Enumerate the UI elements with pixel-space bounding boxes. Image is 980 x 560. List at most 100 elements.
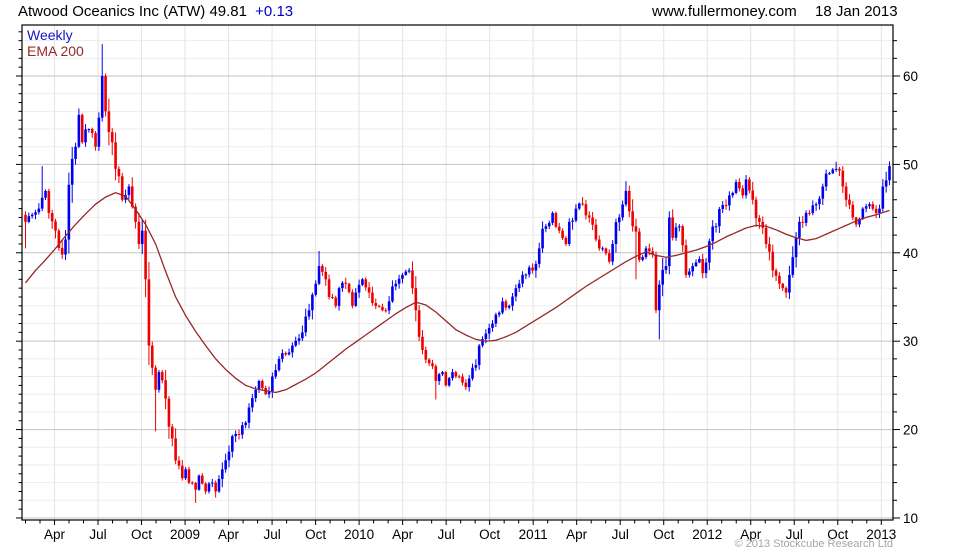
candle-body <box>334 297 338 306</box>
candle-body <box>64 239 67 255</box>
candle-body <box>397 278 401 284</box>
y-axis-label: 20 <box>903 423 918 438</box>
candle-body <box>391 286 394 302</box>
candle-body <box>734 182 738 193</box>
candle-body <box>254 389 257 399</box>
candle-body <box>24 214 27 222</box>
candle-body <box>74 146 77 159</box>
candle-body <box>671 217 674 238</box>
candle-body <box>888 166 891 181</box>
candle-body <box>681 226 684 246</box>
candle-body <box>831 169 835 174</box>
candle-body <box>404 271 408 275</box>
candle-body <box>107 111 111 133</box>
candle-body <box>437 374 441 381</box>
y-axis-label: 30 <box>903 334 918 349</box>
candle-body <box>868 204 871 207</box>
candle-body <box>744 179 748 196</box>
candle-body <box>794 237 798 258</box>
candle-body <box>431 363 434 367</box>
candle-body <box>648 248 651 252</box>
candle-body <box>721 205 725 210</box>
candle-body <box>698 258 701 263</box>
candle-body <box>811 205 815 214</box>
candle-body <box>87 129 91 131</box>
candle-body <box>641 257 644 260</box>
candle-body <box>80 114 84 143</box>
candle-body <box>374 303 378 306</box>
candle-body <box>601 248 604 250</box>
candle-body <box>751 190 755 200</box>
candle-body <box>517 283 521 289</box>
y-axis-label: 60 <box>903 69 918 84</box>
candle-body <box>154 367 157 390</box>
candle-body <box>100 76 104 118</box>
candle-body <box>447 378 451 386</box>
candle-body <box>587 215 591 218</box>
candle-body <box>808 212 811 214</box>
candle-body <box>577 203 581 209</box>
candle-body <box>291 345 294 353</box>
candle-body <box>704 262 708 274</box>
candle-body <box>574 208 578 221</box>
candle-body <box>691 266 694 272</box>
candle-body <box>347 283 351 293</box>
candle-body <box>127 186 131 195</box>
candle-body <box>774 270 778 276</box>
candle-body <box>764 227 768 244</box>
candle-body <box>557 226 561 231</box>
candle-body <box>511 296 514 306</box>
candle-body <box>824 173 828 187</box>
candle-body <box>187 469 191 483</box>
candle-body <box>197 475 201 490</box>
candle-body <box>414 288 418 311</box>
candle-body <box>237 433 241 435</box>
candle-body <box>327 279 331 297</box>
candle-body <box>464 382 468 388</box>
plot-border <box>21 24 894 521</box>
candle-body <box>304 316 308 333</box>
candle-body <box>77 114 81 147</box>
candle-body <box>324 271 328 280</box>
candle-body <box>284 353 288 355</box>
candle-body <box>37 208 41 213</box>
candle-body <box>851 204 855 218</box>
candle-body <box>30 214 34 217</box>
candle-body <box>387 301 391 311</box>
candle-body <box>684 245 688 275</box>
candle-body <box>537 248 541 264</box>
candle-body <box>741 188 745 196</box>
candle-body <box>674 227 678 238</box>
candle-body <box>251 398 254 408</box>
candle-body <box>90 129 94 134</box>
candle-body <box>427 359 431 364</box>
candle-body <box>170 426 174 439</box>
candle-body <box>231 436 234 452</box>
ema-line <box>24 191 890 394</box>
candle-body <box>591 217 594 225</box>
candle-body <box>844 186 848 200</box>
candle-body <box>814 204 818 206</box>
candle-body <box>838 168 841 171</box>
candle-body <box>821 186 825 199</box>
candle-body <box>784 288 788 293</box>
candle-body <box>234 433 237 437</box>
candle-body <box>771 251 775 271</box>
candle-body <box>451 372 454 379</box>
candle-body <box>724 205 728 207</box>
candle-body <box>881 186 885 209</box>
candle-body <box>417 310 421 337</box>
candle-body <box>314 283 318 295</box>
candle-body <box>491 323 494 328</box>
candle-body <box>184 469 187 479</box>
candle-body <box>834 168 838 170</box>
candle-body <box>654 254 658 311</box>
candle-body <box>207 483 211 492</box>
candle-body <box>54 221 57 231</box>
candle-body <box>331 296 334 298</box>
candle-body <box>120 176 124 200</box>
candle-body <box>848 199 851 205</box>
candle-body <box>34 212 37 215</box>
candle-body <box>371 292 374 304</box>
candle-body <box>547 222 551 227</box>
